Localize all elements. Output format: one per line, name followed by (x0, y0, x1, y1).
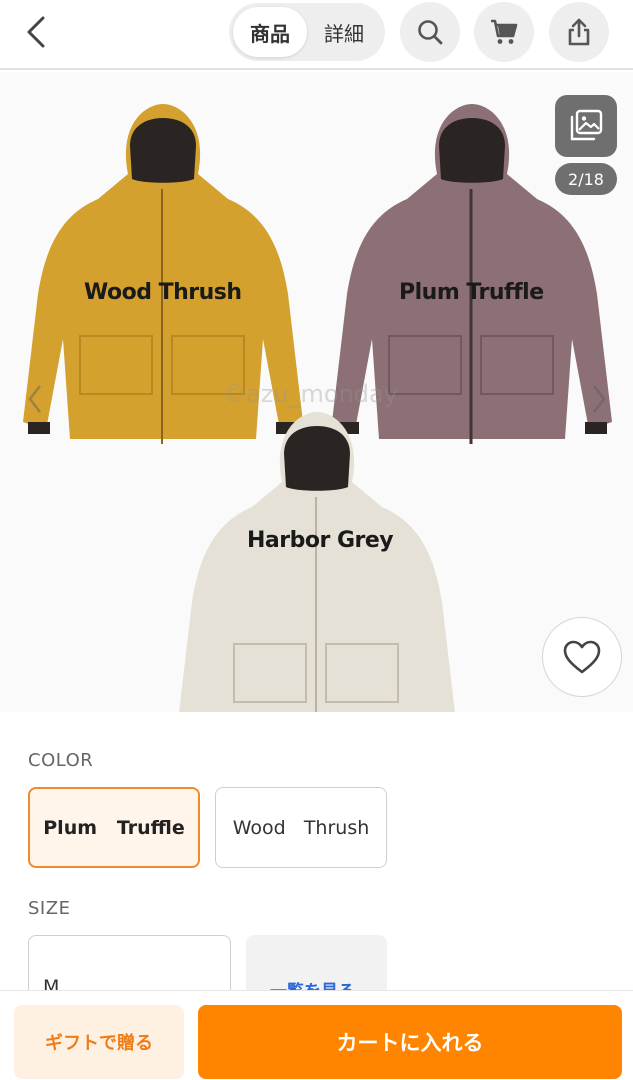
back-button[interactable] (14, 10, 58, 54)
share-icon (568, 18, 590, 46)
gallery-view-button[interactable] (555, 95, 617, 157)
next-image-arrow[interactable] (588, 377, 610, 421)
top-nav-bar: 商品 詳細 (0, 0, 633, 70)
harbor-grey-label: Harbor Grey (247, 528, 394, 553)
chevron-left-icon (27, 16, 45, 48)
cart-icon (491, 19, 518, 44)
search-icon (418, 20, 443, 45)
view-toggle: 商品 詳細 (229, 3, 385, 61)
image-counter: 2/18 (555, 163, 617, 195)
product-image-gallery[interactable]: Wood Thrush Plum Truffle Harbor Grey ©az… (0, 72, 633, 712)
size-section-label: SIZE (28, 898, 71, 919)
color-section-label: COLOR (28, 750, 94, 771)
add-to-cart-button[interactable]: カートに入れる (198, 1005, 622, 1079)
jacket-harbor-grey-image (179, 412, 455, 712)
bottom-action-bar: ギフトで贈る カートに入れる (0, 990, 633, 1080)
images-icon (570, 109, 603, 141)
chevron-right-icon (593, 385, 606, 413)
cart-button[interactable] (474, 2, 534, 62)
prev-image-arrow[interactable] (24, 377, 46, 421)
wood-thrush-label: Wood Thrush (84, 280, 242, 305)
tab-product[interactable]: 商品 (233, 7, 307, 57)
favorite-button[interactable] (542, 617, 622, 697)
plum-truffle-label: Plum Truffle (399, 280, 544, 305)
search-button[interactable] (400, 2, 460, 62)
color-option-plum-truffle[interactable]: Plum Truffle (28, 787, 200, 868)
chevron-left-icon (28, 385, 41, 413)
color-option-wood-thrush[interactable]: Wood Thrush (215, 787, 387, 868)
heart-icon (563, 640, 601, 674)
tab-details[interactable]: 詳細 (307, 7, 381, 57)
share-button[interactable] (549, 2, 609, 62)
gift-button[interactable]: ギフトで贈る (14, 1005, 184, 1079)
watermark: ©azu_monday (222, 380, 398, 408)
